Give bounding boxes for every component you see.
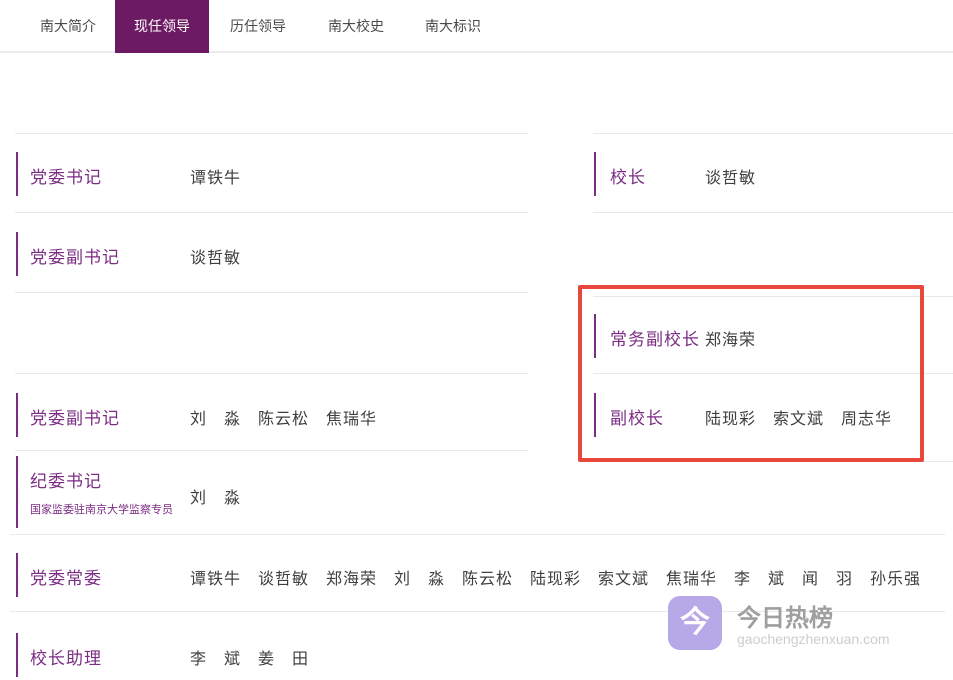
red-highlight-box — [578, 285, 924, 462]
watermark-logo-icon: 今 — [668, 596, 722, 650]
row-title: 党委书记 — [30, 168, 102, 187]
tab-nju-identity[interactable]: 南大标识 — [425, 0, 481, 53]
divider — [15, 212, 528, 213]
row-title: 党委副书记 — [30, 248, 120, 267]
row-subtitle: 国家监委驻南京大学监察专员 — [30, 504, 173, 516]
row-accent-bar — [594, 152, 596, 196]
row-names: 刘 淼 陈云松 焦瑞华 — [190, 411, 378, 428]
tab-past-leaders[interactable]: 历任领导 — [230, 0, 286, 53]
row-accent-bar — [16, 456, 18, 528]
divider — [15, 133, 528, 134]
row-names: 谈哲敏 — [705, 170, 757, 187]
row-title: 校长 — [610, 168, 646, 187]
divider — [15, 373, 528, 374]
divider — [10, 534, 945, 535]
row-accent-bar — [16, 152, 18, 196]
row-names: 李 斌 姜 田 — [190, 651, 310, 668]
page: 南大简介 现任领导 历任领导 南大校史 南大标识 党委书记 谭铁牛 党委副书记 … — [0, 0, 953, 680]
row-names: 刘 淼 — [190, 490, 242, 507]
tab-nju-intro[interactable]: 南大简介 — [40, 0, 96, 53]
row-accent-bar — [16, 633, 18, 677]
row-names: 谈哲敏 — [190, 250, 242, 267]
tab-bar: 南大简介 现任领导 历任领导 南大校史 南大标识 — [0, 0, 953, 53]
watermark-domain: gaochengzhenxuan.com — [737, 631, 890, 647]
row-title: 校长助理 — [30, 649, 102, 668]
divider — [15, 292, 528, 293]
row-title: 党委常委 — [30, 569, 102, 588]
divider — [15, 450, 528, 451]
row-names: 谭铁牛 谈哲敏 郑海荣 刘 淼 陈云松 陆现彩 索文斌 焦瑞华 李 斌 闻 羽 … — [190, 571, 922, 588]
watermark-title: 今日热榜 — [737, 605, 833, 632]
tab-nju-history[interactable]: 南大校史 — [328, 0, 384, 53]
row-accent-bar — [16, 393, 18, 437]
divider — [593, 133, 953, 134]
row-title: 纪委书记 — [30, 472, 102, 491]
row-accent-bar — [16, 553, 18, 597]
tab-current-leaders[interactable]: 现任领导 — [115, 0, 209, 53]
row-title: 党委副书记 — [30, 409, 120, 428]
row-names: 谭铁牛 — [190, 170, 242, 187]
row-accent-bar — [16, 232, 18, 276]
divider — [593, 212, 953, 213]
